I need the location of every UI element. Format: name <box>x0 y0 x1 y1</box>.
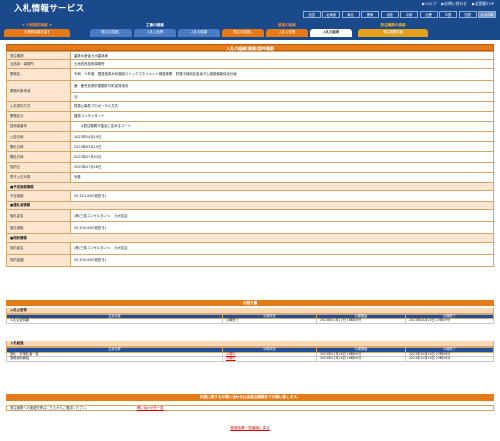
field-label: 開札日時 <box>6 141 71 153</box>
region-tab[interactable]: 四国 <box>458 11 477 18</box>
nav-group-construction: 工事の検索 発注の見通し 入札公告等 入札の結果 <box>88 21 222 40</box>
help-link[interactable]: ▶ヘルプ <box>422 1 436 7</box>
region-tab[interactable]: 北海道 <box>322 11 340 18</box>
engineer-code-value: ※発注機関が独自に定めるコード <box>70 120 494 133</box>
service-result-button[interactable]: 入札の結果 <box>310 29 352 37</box>
region-value: 鹿 鹿児島県肝属郡肝付町波見地内 <box>70 79 494 94</box>
contract-amount-value: 54,300,000(税抜き) <box>70 253 494 267</box>
table-row: 入札公告情報 公開終了 2023年07月17日 16時00分 2023年05月1… <box>6 318 494 325</box>
nav-group-title: 業務の検索 <box>278 23 296 27</box>
service-name-value: 令和 ５年度 国営造成水利施設ストックマネジメント推進事業 肝属中部地区用途ダム… <box>70 67 494 81</box>
open-date-value-2: 2023年07月03日 <box>70 151 494 163</box>
documents-title: 公開文書 <box>6 300 494 306</box>
field-label: 契約日 <box>6 161 71 173</box>
contact-list-link[interactable]: 問い合わせ先一覧 <box>137 406 163 412</box>
doc-start: 2023年07月17日 16時00分 <box>316 318 406 325</box>
field-label: 契約金額 <box>6 253 71 267</box>
contract-method-value: 簡易公募型プロポーザル方式 <box>70 100 494 112</box>
field-label: 予定価格 <box>6 190 71 202</box>
detail-panel: 入札の経緯(業務)案件概要 発注機関 農林水産省九州農政局 当該部・事務所 土地改良… <box>6 44 494 267</box>
table-row: 業務契約締結 公開中 2023年07月18日 16時00分 2023年10月18… <box>6 356 494 363</box>
contractor-name-value: (株)三祐コンサルタンツ 九州支店 <box>70 241 494 255</box>
region-value-2: 旦: <box>70 92 494 102</box>
construction-notice-button[interactable]: 入札公告等 <box>134 29 176 37</box>
nav-groups: ★ 中長期的検索 ★ 中長期情報を探す 工事の検索 発注の見通し 入札公告等 入… <box>0 21 500 40</box>
field-label: 契約者名 <box>6 241 71 255</box>
region-tabs: 全国 北海道 東北 関東 北陸 中部 近畿 中国 四国 九州沖縄 <box>302 11 496 18</box>
field-label: 公告日時 <box>6 131 71 143</box>
doc-name: 入札公告情報 <box>6 318 223 325</box>
region-tab[interactable]: 東北 <box>341 11 360 18</box>
doc-name: 業務契約締結 <box>6 356 223 363</box>
nav-group-title: 発注機関の検索 <box>380 23 406 27</box>
field-label: 電子入札対象 <box>6 171 71 184</box>
national-top-link[interactable]: ▶全国版TOP <box>472 1 494 7</box>
region-tab[interactable]: 近畿 <box>419 11 438 18</box>
budget-value: 54,320,000(税抜き) <box>70 190 494 202</box>
doc-end: 2023年05月10日 23時59分 <box>405 318 494 325</box>
back-to-results-link[interactable]: 検索結果一覧画面に戻る <box>230 426 270 430</box>
progress-doc-table: 文書名称 公開状況 公開開始 公開終了 落札・非落札者一覧 公開中 2023年0… <box>6 346 494 363</box>
contact-line: 発注機関への連絡先等はこちらからご確認ください。 問い合わせ先一覧 <box>6 405 494 411</box>
region-tab[interactable]: 中国 <box>439 11 457 18</box>
back-link-wrap: 検索結果一覧画面に戻る <box>0 426 500 430</box>
field-label: 開札日時 <box>6 151 71 163</box>
field-label: 落札価格 <box>6 221 71 235</box>
nav-group-title: ★ 中長期的検索 ★ <box>21 23 53 27</box>
winner-section-header: ■落札者情報 <box>6 200 494 211</box>
region-tab[interactable]: 関東 <box>361 11 379 18</box>
office-value: 土地改良技術事務所 <box>70 59 494 69</box>
contract-date-value: 2023年07月18日 <box>70 161 494 173</box>
service-outlook-button[interactable]: 発注の見通し <box>222 29 264 37</box>
e-bid-value: 対象 <box>70 171 494 184</box>
construction-result-button[interactable]: 入札の結果 <box>178 29 220 37</box>
contact-link[interactable]: ▶お問い合わせ <box>441 1 467 7</box>
service-category-value: 建設コンサルタント <box>70 110 494 122</box>
winner-price-value: 54,300,000(税抜き) <box>70 221 494 235</box>
agency-info-button[interactable]: 発注機関情報 <box>358 29 428 37</box>
region-tab[interactable]: 中部 <box>400 11 418 18</box>
open-date-value: 2023年05月10日 <box>70 141 494 153</box>
detail-table: 発注機関 農林水産省九州農政局 当該部・事務所 土地改良技術事務所 業務名 令和 ５年… <box>6 50 494 267</box>
region-tab-selected[interactable]: 九州沖縄 <box>478 11 496 18</box>
field-label: 技術者番号 <box>6 120 71 133</box>
notice-date-value: 2023年04月19日 <box>70 131 494 143</box>
field-label: 業務名 <box>6 67 71 81</box>
site-title: 入札情報サービス <box>14 4 85 14</box>
field-label: 業務対象地域 <box>6 79 71 102</box>
field-label: 入札契約方式 <box>6 100 71 112</box>
detail-title: 入札の経緯(業務)案件概要 <box>6 44 494 51</box>
winner-name-value: (株)三祐コンサルタンツ 九州支店 <box>70 209 494 223</box>
site-header: 入札情報サービス ▶ヘルプ ▶お問い合わせ ▶全国版TOP 全国 北海道 東北 … <box>0 0 500 40</box>
construction-outlook-button[interactable]: 発注の見通し <box>90 29 132 37</box>
budget-section-header: ■予定価格情報 <box>6 181 494 192</box>
doc-status-link[interactable]: 公開中 <box>226 356 236 360</box>
longterm-search-button[interactable]: 中長期情報を探す <box>4 29 70 37</box>
contact-text: 発注機関への連絡先等はこちらからご確認ください。 <box>10 406 90 410</box>
field-label: 業務区分 <box>6 110 71 122</box>
doc-end: 2023年10月18日 23時59分 <box>405 356 494 363</box>
agency-value: 農林水産省九州農政局 <box>70 50 494 61</box>
top-links: ▶ヘルプ ▶お問い合わせ ▶全国版TOP <box>422 1 494 7</box>
region-tab[interactable]: 全国 <box>302 11 321 18</box>
service-notice-button[interactable]: 入札公告等 <box>266 29 308 37</box>
field-label: 当該部・事務所 <box>6 59 71 69</box>
doc-status-link[interactable]: 公開中 <box>226 352 236 356</box>
doc-start: 2023年07月18日 16時00分 <box>316 356 406 363</box>
public-documents: 公開文書 入札公告等 文書名称 公開状況 公開開始 公開終了 入札公告情報 公開… <box>6 300 494 363</box>
region-tab[interactable]: 北陸 <box>380 11 399 18</box>
nav-group-service: 業務の検索 発注の見通し 入札公告等 入札の結果 <box>220 21 354 40</box>
nav-group-longterm: ★ 中長期的検索 ★ 中長期情報を探す <box>2 21 72 40</box>
nav-group-title: 工事の検索 <box>146 23 164 27</box>
nav-group-agency: 発注機関の検索 発注機関情報 <box>356 21 430 40</box>
field-label: 落札者名 <box>6 209 71 223</box>
field-label: 発注機関 <box>6 50 71 61</box>
notice-doc-table: 文書名称 公開状況 公開開始 公開終了 入札公告情報 公開終了 2023年07月… <box>6 313 494 325</box>
contract-section-header: ■契約情報 <box>6 233 494 243</box>
doc-status: 公開終了 <box>222 318 317 325</box>
contact-notice-bar: 内容に関するお問い合わせは各発注機関までお願い致します。 <box>6 394 494 401</box>
